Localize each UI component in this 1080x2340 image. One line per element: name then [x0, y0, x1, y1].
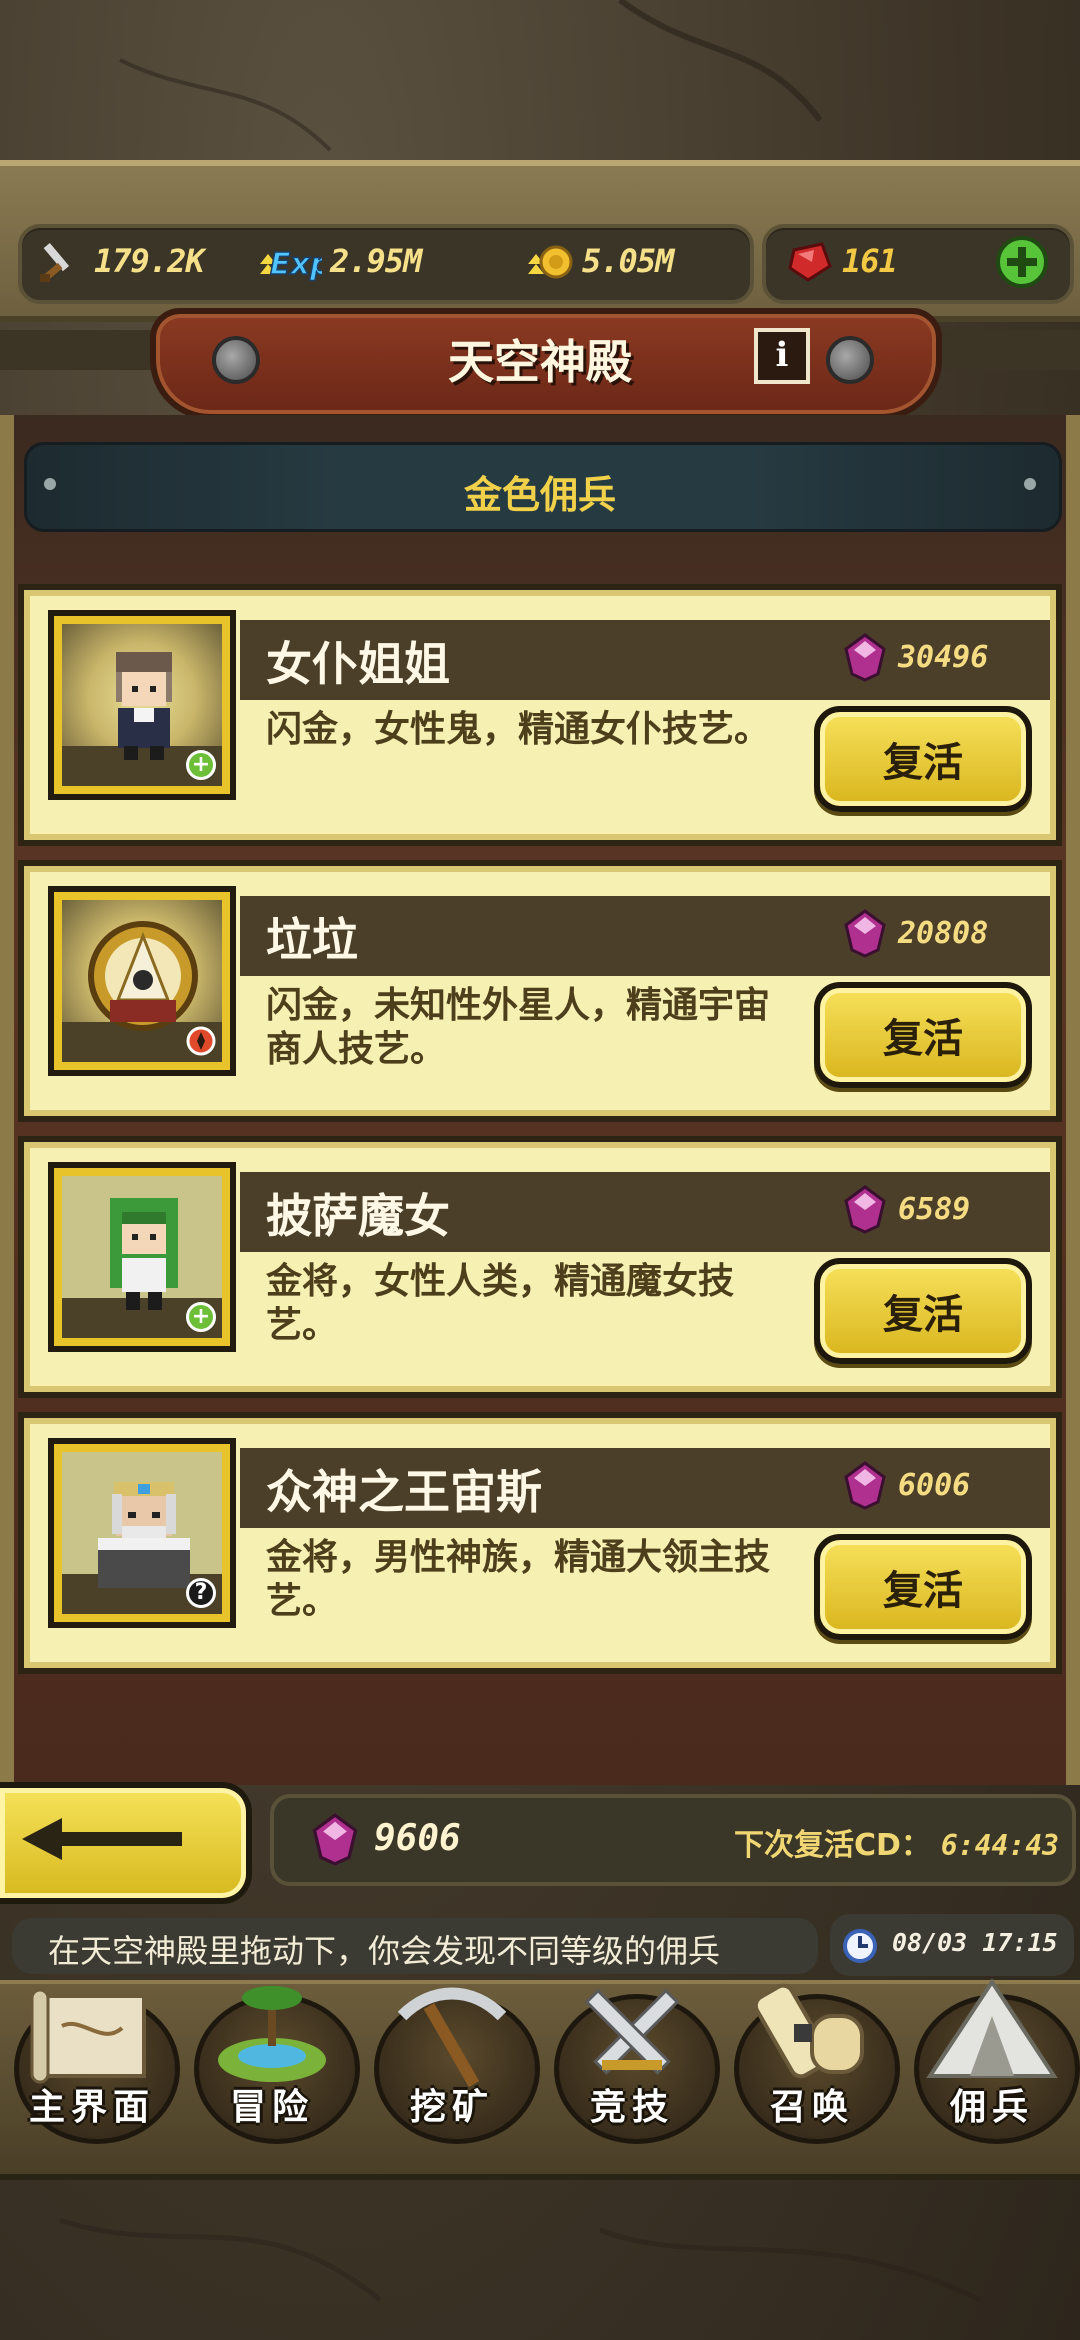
ruby-icon: [788, 242, 832, 282]
revive-button[interactable]: 复活: [814, 706, 1032, 812]
exp-icon: Exp: [260, 246, 322, 283]
purple-gem-icon: [844, 1185, 886, 1234]
nav-adventure[interactable]: 冒险: [182, 1970, 362, 2144]
mercenary-cost: 6589: [842, 1184, 970, 1234]
cooldown-time: 6:44:43: [940, 1829, 1059, 1862]
mercenary-portrait[interactable]: +: [48, 610, 236, 800]
nav-label: 竞技: [589, 2087, 674, 2128]
nav-label: 召唤: [769, 2087, 854, 2128]
nav-mining[interactable]: 挖矿: [362, 1970, 542, 2144]
mercenary-cost: 30496: [842, 632, 988, 682]
attack-value: 179.2K: [94, 242, 205, 280]
cost-value: 30496: [898, 639, 989, 675]
tip-text: 在天空神殿里拖动下，你会发现不同等级的佣兵: [48, 1932, 721, 1970]
mercenary-name: 众神之王宙斯: [266, 1465, 542, 1519]
mercenary-name: 垃垃: [266, 913, 358, 967]
back-button[interactable]: [0, 1782, 252, 1904]
alien-merchant-sprite-icon: [88, 921, 198, 1031]
cost-value: 6589: [898, 1191, 971, 1227]
mercenary-card[interactable]: + 女仆姐姐 30496 闪金，女性鬼，精通女仆技艺。 复活: [18, 584, 1062, 846]
mercenary-description: 金将，女性人类，精通魔女技艺。: [266, 1261, 735, 1346]
cooldown-label: 下次复活CD：: [734, 1828, 931, 1863]
info-button[interactable]: i: [754, 328, 810, 384]
purple-gem-icon: [844, 909, 886, 958]
exp-stat: Exp 2.95M: [256, 236, 422, 286]
zeus-sprite-icon: [98, 1482, 190, 1588]
gold-coin-icon: [528, 245, 573, 279]
purple-gem-icon: [844, 633, 886, 682]
card-badge: +: [186, 750, 216, 780]
ruby-stat: 161: [784, 236, 898, 286]
nav-main[interactable]: 主界面: [2, 1970, 182, 2144]
mercenary-card[interactable]: + 披萨魔女 6589 金将，女性人类，精通魔女技艺。 复活: [18, 1136, 1062, 1398]
nav-summon[interactable]: 召唤: [722, 1970, 902, 2144]
nav-label: 冒险: [229, 2087, 314, 2128]
nav-arena[interactable]: 竞技: [542, 1970, 722, 2144]
nav-label: 佣兵: [949, 2087, 1034, 2128]
mercenary-cost: 20808: [842, 908, 988, 958]
card-badge: +: [186, 1302, 216, 1332]
exp-value: 2.95M: [330, 242, 422, 280]
mercenary-portrait[interactable]: [48, 886, 236, 1076]
back-arrow-icon: [22, 1818, 182, 1860]
cost-value: 20808: [898, 915, 989, 951]
purple-gem-icon: [312, 1813, 358, 1866]
revive-cooldown: 下次复活CD： 6:44:43: [734, 1820, 1059, 1864]
mercenary-card[interactable]: ? 众神之王宙斯 6006 金将，男性神族，精通大领主技艺。 复活: [18, 1412, 1062, 1674]
pizza-witch-sprite-icon: [110, 1198, 178, 1310]
nav-mercenary[interactable]: 佣兵: [902, 1970, 1080, 2144]
revive-button[interactable]: 复活: [814, 982, 1032, 1088]
card-badge: ?: [186, 1578, 216, 1608]
add-ruby-button[interactable]: [994, 234, 1050, 290]
gold-value: 5.05M: [582, 242, 674, 280]
clock-icon: [843, 1929, 877, 1963]
revive-button[interactable]: 复活: [814, 1534, 1032, 1640]
sword-icon: [40, 242, 70, 282]
ruby-value: 161: [842, 242, 898, 280]
mercenary-card[interactable]: 垃垃 20808 闪金，未知性外星人，精通宇宙商人技艺。 复活: [18, 860, 1062, 1122]
clock-text: 08/03 17:15: [892, 1928, 1058, 1957]
mercenary-cost: 6006: [842, 1460, 970, 1510]
attack-stat: 179.2K: [36, 236, 205, 286]
compass-badge-icon: [186, 1026, 216, 1056]
mercenary-description: 金将，男性神族，精通大领主技艺。: [266, 1537, 771, 1622]
purple-gem-icon: [844, 1461, 886, 1510]
maid-sprite-icon: [116, 652, 172, 760]
mercenary-portrait[interactable]: +: [48, 1162, 236, 1352]
cost-value: 6006: [898, 1467, 971, 1503]
gem-total: 9606: [374, 1818, 461, 1859]
nav-label: 挖矿: [409, 2087, 494, 2128]
mercenary-name: 女仆姐姐: [266, 637, 450, 691]
page-title: 天空神殿: [448, 335, 632, 389]
mercenary-description: 闪金，女性鬼，精通女仆技艺。: [266, 709, 771, 750]
exp-label: Exp: [270, 247, 322, 282]
mercenary-name: 披萨魔女: [266, 1189, 450, 1243]
subtab-label: 金色佣兵: [463, 473, 616, 517]
revive-button[interactable]: 复活: [814, 1258, 1032, 1364]
gold-stat: 5.05M: [524, 236, 674, 286]
mercenary-description: 闪金，未知性外星人，精通宇宙商人技艺。: [266, 985, 771, 1070]
nav-label: 主界面: [28, 2087, 155, 2128]
mercenary-portrait[interactable]: ?: [48, 1438, 236, 1628]
